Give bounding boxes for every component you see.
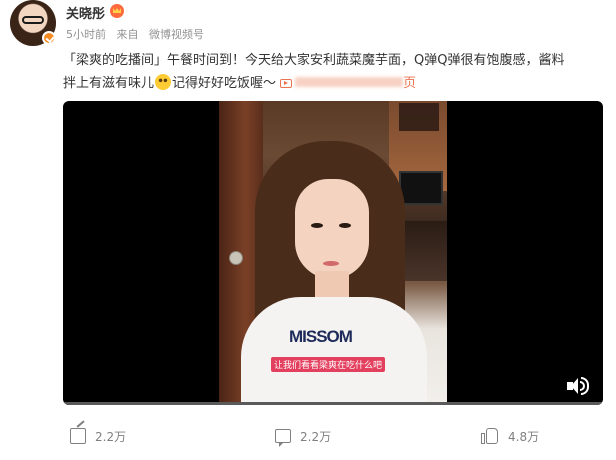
share-icon (70, 428, 86, 444)
scene-monitor (399, 171, 443, 205)
post-actions-bar: 2.2万 2.2万 4.8万 (0, 418, 616, 454)
post-source-prefix: 来自 (116, 28, 139, 41)
person-eye-left (311, 223, 323, 228)
post-text: 「梁爽的吃播间」午餐时间到！今天给大家安利蔬菜魔芋面，Q弹Q弹很有饱腹感，酱料 … (63, 49, 605, 95)
person-lips (323, 261, 339, 266)
share-button[interactable]: 2.2万 (70, 426, 126, 446)
post-text-line2-a: 拌上有滋有味儿 (63, 76, 155, 91)
video-subtitle: 让我们看看梁爽在吃什么吧 (271, 357, 386, 372)
person-shirt (241, 297, 427, 405)
author-name[interactable]: 关晓彤 (66, 3, 105, 22)
post-source[interactable]: 微博视频号 (149, 28, 204, 41)
video-play-icon (280, 79, 293, 88)
video-progress-track[interactable] (63, 402, 603, 405)
blurred-link-text (295, 77, 404, 87)
post-text-line2: 拌上有滋有味儿 记得好好吃饭喔～ 页 (63, 72, 605, 95)
speaker-cone (571, 378, 578, 394)
post-meta: 5小时前 来自 微博视频号 (66, 26, 211, 42)
post-time[interactable]: 5小时前 (66, 28, 106, 41)
comment-button[interactable]: 2.2万 (275, 426, 332, 447)
sound-wave-outer (581, 377, 589, 395)
comment-count: 2.2万 (300, 429, 332, 444)
share-count: 2.2万 (95, 429, 127, 444)
member-crown-icon[interactable] (110, 4, 124, 18)
like-button[interactable]: 4.8万 (481, 426, 539, 446)
person-eye-right (339, 223, 351, 228)
post-text-line1: 「梁爽的吃播间」午餐时间到！今天给大家安利蔬菜魔芋面，Q弹Q弹很有饱腹感，酱料 (63, 53, 565, 68)
video-player[interactable]: MISSOM 让我们看看梁爽在吃什么吧 (63, 101, 603, 405)
comment-icon (275, 429, 291, 447)
video-link[interactable]: 页 (280, 76, 416, 91)
video-link-suffix: 页 (403, 76, 417, 91)
smile-emoji-icon (155, 74, 172, 90)
verified-badge-icon (42, 31, 56, 45)
like-count: 4.8万 (508, 429, 540, 444)
scene-door-knob (229, 251, 243, 265)
video-frame: MISSOM 让我们看看梁爽在吃什么吧 (219, 101, 447, 405)
thumbs-up-icon (481, 427, 499, 445)
post-text-line2-b: 记得好好吃饭喔～ (172, 76, 277, 91)
scene-sticker (399, 103, 439, 131)
shirt-print: MISSOM (289, 327, 353, 346)
avatar-glasses (22, 16, 44, 24)
speaker-icon[interactable] (567, 377, 589, 395)
